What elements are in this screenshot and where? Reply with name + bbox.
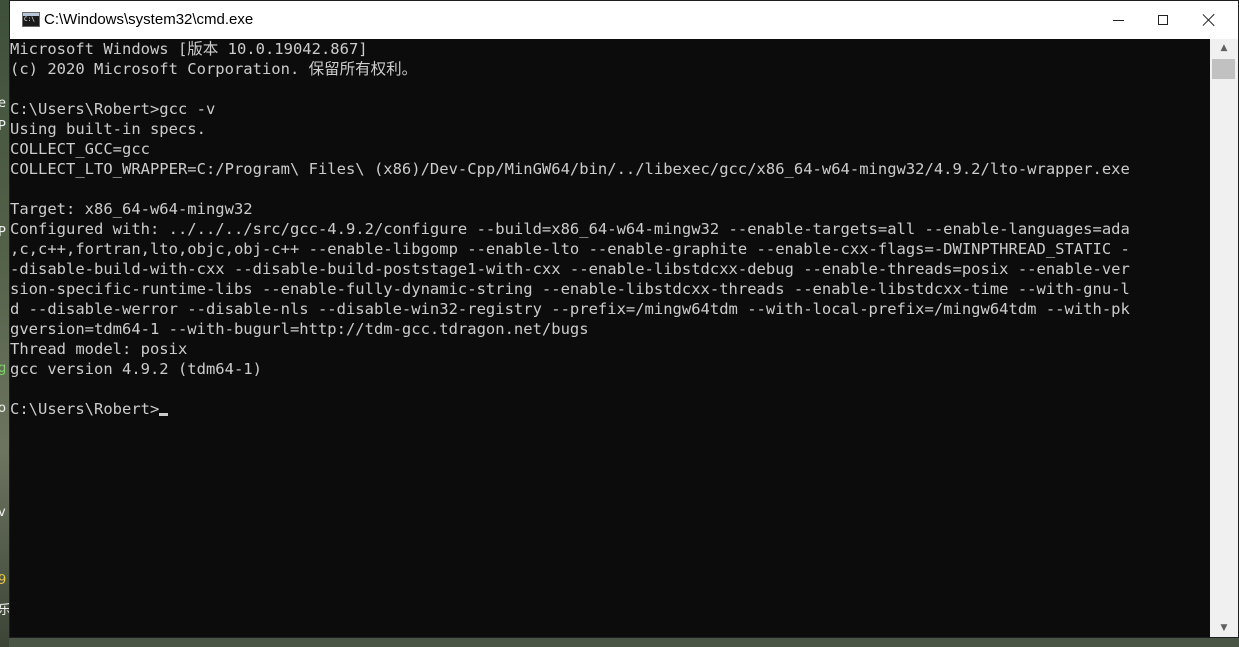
text-cursor	[159, 413, 169, 416]
desktop-glyph: o	[0, 401, 6, 416]
command-prompt-line[interactable]: C:\Users\Robert>	[10, 399, 1210, 419]
maximize-button[interactable]	[1140, 1, 1186, 39]
console-line: Microsoft Windows [版本 10.0.19042.867]	[10, 40, 368, 58]
maximize-icon	[1158, 15, 1168, 25]
vertical-scrollbar[interactable]: ▲ ▼	[1210, 39, 1238, 637]
console-output[interactable]: Microsoft Windows [版本 10.0.19042.867] (c…	[10, 39, 1210, 637]
console-line: COLLECT_LTO_WRAPPER=C:/Program\ Files\ (…	[10, 160, 1130, 178]
desktop-background-left: e P P g o v 9 乐	[0, 0, 9, 647]
console-line: sion-specific-runtime-libs --enable-full…	[10, 280, 1130, 298]
console-line: COLLECT_GCC=gcc	[10, 140, 150, 158]
console-line: ,c,c++,fortran,lto,objc,obj-c++ --enable…	[10, 240, 1130, 258]
command-prompt: C:\Users\Robert>	[10, 400, 160, 418]
desktop-glyph: 乐	[0, 603, 9, 618]
console-line: Configured with: ../../../src/gcc-4.9.2/…	[10, 220, 1130, 238]
desktop-glyph: e	[0, 96, 6, 111]
scroll-up-button[interactable]: ▲	[1210, 39, 1238, 57]
chevron-down-icon: ▼	[1220, 623, 1228, 633]
cmd-window[interactable]: C:\Windows\system32\cmd.exe Microsoft Wi…	[9, 0, 1239, 638]
close-icon	[1202, 13, 1216, 27]
console-line: Using built-in specs.	[10, 120, 206, 138]
minimize-button[interactable]	[1095, 1, 1141, 39]
console-line: d --disable-werror --disable-nls --disab…	[10, 300, 1130, 318]
console-line: (c) 2020 Microsoft Corporation. 保留所有权利。	[10, 60, 418, 78]
chevron-up-icon: ▲	[1220, 43, 1228, 53]
close-button[interactable]	[1186, 1, 1232, 39]
minimize-icon	[1112, 19, 1124, 21]
console-line: Target: x86_64-w64-mingw32	[10, 200, 253, 218]
desktop-glyph: v	[0, 505, 6, 520]
console-line: gcc version 4.9.2 (tdm64-1)	[10, 360, 262, 378]
console-icon[interactable]	[22, 12, 40, 27]
desktop-glyph: P	[0, 225, 6, 240]
window-title: C:\Windows\system32\cmd.exe	[44, 11, 254, 28]
desktop-glyph: 9	[0, 573, 7, 588]
title-bar[interactable]: C:\Windows\system32\cmd.exe	[10, 1, 1238, 39]
scroll-down-button[interactable]: ▼	[1210, 619, 1238, 637]
console-line: Thread model: posix	[10, 340, 188, 358]
scrollbar-thumb[interactable]	[1212, 59, 1235, 79]
console-line: -disable-build-with-cxx --disable-build-…	[10, 260, 1130, 278]
desktop-glyph: P	[0, 119, 6, 134]
console-line: gversion=tdm64-1 --with-bugurl=http://td…	[10, 320, 589, 338]
desktop-glyph: g	[0, 361, 7, 376]
console-line: C:\Users\Robert>gcc -v	[10, 100, 216, 118]
taskbar-edge	[9, 638, 1239, 647]
